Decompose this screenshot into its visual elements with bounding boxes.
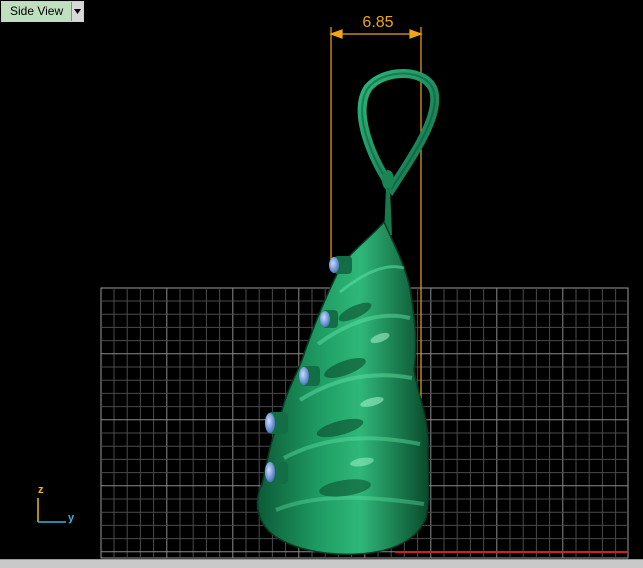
- scene-canvas: [100, 27, 629, 559]
- axis-triad: z y: [30, 484, 82, 530]
- side-view-viewport[interactable]: Side View 6.85 z y: [0, 0, 643, 568]
- axis-z-label: z: [38, 484, 44, 496]
- view-name-label[interactable]: Side View: [2, 2, 73, 21]
- gem-2: [320, 310, 338, 328]
- pendant-bail: [357, 69, 440, 235]
- gem-4: [265, 412, 288, 434]
- chevron-down-icon[interactable]: [72, 2, 84, 21]
- gem-1: [329, 256, 352, 274]
- dimension-value: 6.85: [362, 14, 394, 31]
- gem-3: [299, 366, 320, 386]
- view-selector[interactable]: Side View: [1, 1, 85, 22]
- gem-5: [265, 462, 288, 484]
- axis-y-label: y: [68, 512, 75, 524]
